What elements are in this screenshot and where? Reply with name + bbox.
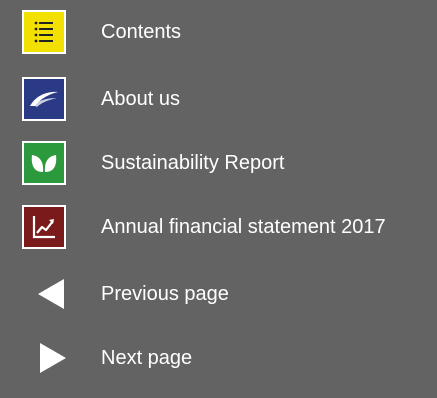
nav-item-previous-page[interactable]: Previous page [0, 272, 437, 334]
nav-item-contents[interactable]: Contents [0, 10, 437, 72]
nav-label-contents[interactable]: Contents [101, 18, 181, 46]
nav-label-annual-financial-statement[interactable]: Annual financial statement 2017 [101, 213, 386, 241]
nav-label-about-us[interactable]: About us [101, 85, 180, 113]
nav-label-sustainability-report[interactable]: Sustainability Report [101, 149, 284, 177]
navigation-menu: Contents About us Sustainability Report [0, 0, 437, 373]
nav-label-next-page[interactable]: Next page [101, 344, 192, 372]
nav-item-annual-financial-statement[interactable]: Annual financial statement 2017 [0, 205, 437, 267]
leaf-icon[interactable] [22, 141, 66, 185]
nav-item-sustainability-report[interactable]: Sustainability Report [0, 141, 437, 203]
nav-label-previous-page[interactable]: Previous page [101, 280, 229, 308]
list-icon[interactable] [22, 10, 66, 54]
logo-swoosh-icon[interactable] [22, 77, 66, 121]
nav-item-about-us[interactable]: About us [0, 77, 437, 139]
trend-chart-icon[interactable] [22, 205, 66, 249]
arrow-left-icon[interactable] [34, 276, 70, 312]
nav-item-next-page[interactable]: Next page [0, 336, 437, 398]
arrow-right-icon[interactable] [34, 340, 70, 376]
